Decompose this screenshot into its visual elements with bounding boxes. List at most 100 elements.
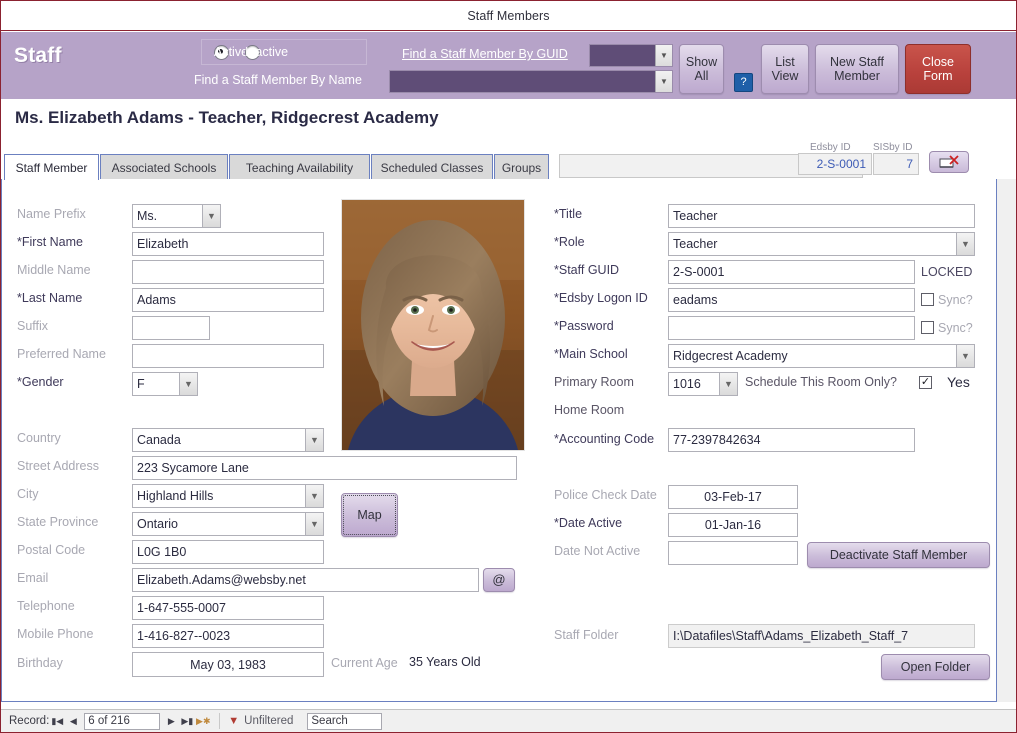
current-age-value: 35 Years Old (409, 655, 481, 669)
password-input[interactable] (668, 316, 915, 340)
record-number-input[interactable]: 6 of 216 (84, 712, 161, 730)
first-name-input[interactable]: Elizabeth (132, 232, 324, 256)
next-record-button[interactable]: ▶ (163, 712, 179, 730)
date-not-active-input[interactable] (668, 541, 798, 565)
new-staff-member-button[interactable]: New Staff Member (815, 44, 899, 94)
telephone-label: Telephone (17, 599, 75, 613)
role-select[interactable]: Teacher ▼ (668, 232, 975, 256)
name-prefix-select[interactable]: Ms. ▼ (132, 204, 221, 228)
tab-groups[interactable]: Groups (494, 154, 549, 180)
suffix-label: Suffix (17, 319, 49, 333)
help-button[interactable]: ? (734, 73, 753, 92)
accounting-code-input[interactable]: 77-2397842634 (668, 428, 915, 452)
date-active-input[interactable]: 01-Jan-16 (668, 513, 798, 537)
city-label: City (17, 487, 39, 501)
schedule-room-only-checkbox[interactable]: ✓ (919, 376, 932, 389)
mobile-phone-input[interactable]: 1-416-827--0023 (132, 624, 324, 648)
primary-room-label: Primary Room (554, 375, 634, 389)
show-all-button[interactable]: Show All (679, 44, 724, 94)
password-label: *Password (554, 319, 614, 333)
role-value: Teacher (673, 237, 718, 251)
chevron-down-icon: ▼ (202, 205, 220, 227)
chevron-down-icon: ▼ (655, 71, 672, 92)
tab-scheduled-classes[interactable]: Scheduled Classes (371, 154, 493, 180)
chevron-down-icon: ▼ (179, 373, 197, 395)
preferred-name-label: Preferred Name (17, 347, 106, 361)
current-age-label: Current Age (331, 656, 398, 670)
staff-guid-input[interactable]: 2-S-0001 (668, 260, 915, 284)
name-prefix-value: Ms. (137, 209, 158, 223)
main-school-label: *Main School (554, 347, 628, 361)
find-by-guid-combo[interactable]: ▼ (589, 44, 673, 67)
list-view-button[interactable]: List View (761, 44, 809, 94)
search-input[interactable]: Search (307, 712, 383, 730)
previous-record-button[interactable]: ◀ (65, 712, 81, 730)
preferred-name-input[interactable] (132, 344, 324, 368)
page-title: Ms. Elizabeth Adams - Teacher, Ridgecres… (15, 108, 439, 127)
window-title: Staff Members (467, 8, 550, 23)
radio-inactive[interactable]: Inactive (245, 44, 288, 60)
birthday-input[interactable]: May 03, 1983 (132, 652, 324, 677)
street-address-input[interactable]: 223 Sycamore Lane (132, 456, 517, 480)
gender-select[interactable]: F ▼ (132, 372, 198, 396)
state-province-select[interactable]: Ontario ▼ (132, 512, 324, 536)
tab-staff-member[interactable]: Staff Member (4, 154, 99, 180)
postal-code-label: Postal Code (17, 543, 86, 557)
chevron-down-icon: ▼ (305, 513, 323, 535)
chevron-down-icon: ▼ (719, 373, 737, 395)
radio-inactive-label: Inactive (245, 45, 289, 59)
staff-photo-image (342, 200, 524, 450)
password-sync-checkbox[interactable] (921, 321, 934, 334)
chevron-down-icon: ▼ (305, 429, 323, 451)
first-record-button[interactable]: ▮◀ (49, 712, 65, 730)
staff-guid-locked-label: LOCKED (921, 265, 973, 279)
unlink-record-icon (939, 154, 959, 168)
unlink-record-button[interactable] (929, 151, 969, 173)
date-active-label: *Date Active (554, 516, 623, 530)
title-input[interactable]: Teacher (668, 204, 975, 228)
edsby-logon-id-label: *Edsby Logon ID (554, 291, 648, 305)
close-form-button[interactable]: Close Form (905, 44, 971, 94)
telephone-input[interactable]: 1-647-555-0007 (132, 596, 324, 620)
tab-teaching-availability[interactable]: Teaching Availability (229, 154, 370, 180)
main-school-value: Ridgecrest Academy (673, 349, 788, 363)
edsby-logon-sync-label: Sync? (938, 293, 973, 307)
postal-code-input[interactable]: L0G 1B0 (132, 540, 324, 564)
new-record-button[interactable]: ▶✱ (195, 712, 211, 730)
email-input[interactable]: Elizabeth.Adams@websby.net (132, 568, 479, 592)
password-sync-label: Sync? (938, 321, 973, 335)
footer-divider (219, 713, 221, 729)
edsby-logon-id-input[interactable]: eadams (668, 288, 915, 312)
deactivate-staff-member-button[interactable]: Deactivate Staff Member (807, 542, 990, 568)
staff-folder-input[interactable]: I:\Datafiles\Staff\Adams_Elizabeth_Staff… (668, 624, 975, 648)
city-select[interactable]: Highland Hills ▼ (132, 484, 324, 508)
birthday-label: Birthday (17, 656, 63, 670)
last-name-label: *Last Name (17, 291, 83, 305)
police-check-date-label: Police Check Date (554, 488, 657, 502)
last-record-button[interactable]: ▶▮ (179, 712, 195, 730)
suffix-input[interactable] (132, 316, 210, 340)
radio-active-label: Active (214, 45, 249, 59)
staff-photo (341, 199, 525, 451)
country-select[interactable]: Canada ▼ (132, 428, 324, 452)
main-school-select[interactable]: Ridgecrest Academy ▼ (668, 344, 975, 368)
mobile-phone-label: Mobile Phone (17, 627, 94, 641)
first-name-label: *First Name (17, 235, 83, 249)
email-action-button[interactable]: @ (483, 568, 515, 592)
middle-name-input[interactable] (132, 260, 324, 284)
primary-room-select[interactable]: 1016 ▼ (668, 372, 738, 396)
accounting-code-label: *Accounting Code (554, 432, 655, 446)
radio-active[interactable]: Active (214, 44, 248, 60)
map-button[interactable]: Map (341, 493, 398, 537)
find-by-guid-label[interactable]: Find a Staff Member By GUID (402, 47, 568, 61)
window-titlebar: Staff Members (1, 1, 1016, 31)
last-name-input[interactable]: Adams (132, 288, 324, 312)
tab-associated-schools[interactable]: Associated Schools (100, 154, 228, 180)
find-by-name-combo[interactable]: ▼ (389, 70, 673, 93)
edsby-logon-sync-checkbox[interactable] (921, 293, 934, 306)
police-check-date-input[interactable]: 03-Feb-17 (668, 485, 798, 509)
open-folder-button[interactable]: Open Folder (881, 654, 990, 680)
middle-name-label: Middle Name (17, 263, 91, 277)
record-label: Record: (9, 715, 50, 727)
state-province-label: State Province (17, 515, 99, 529)
